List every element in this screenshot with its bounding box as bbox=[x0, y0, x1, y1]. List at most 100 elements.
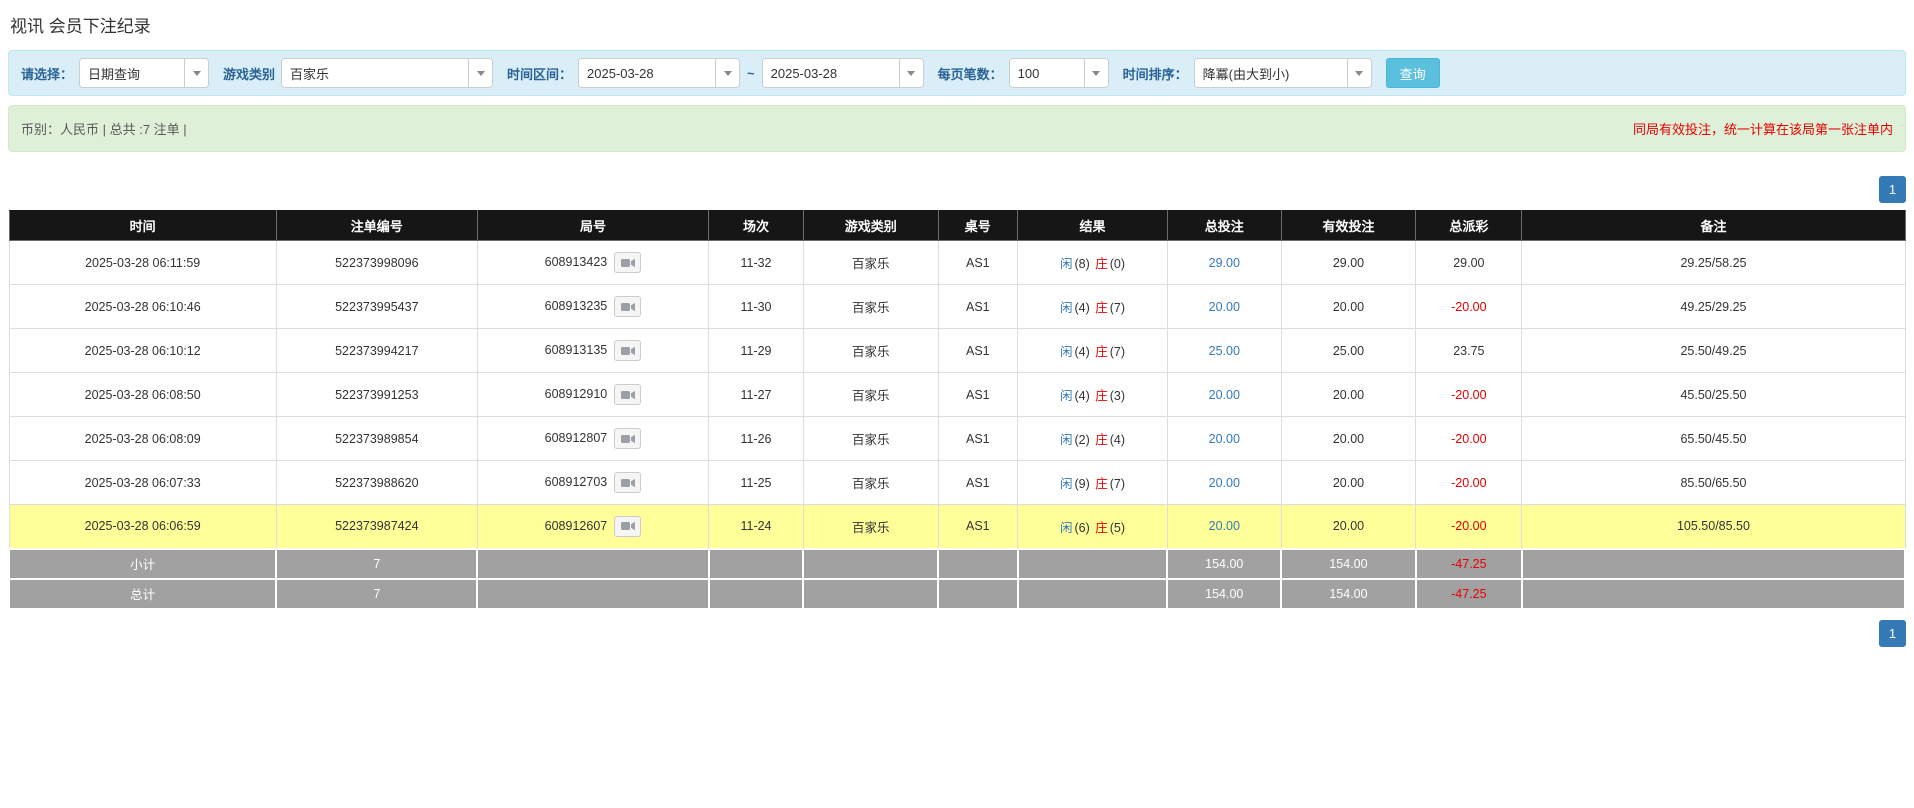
grand-total-valid-bet: 154.00 bbox=[1280, 577, 1417, 610]
filter-bar: 请选择： 游戏类别 时间区间： ~ 每页笔数： 时间排序： bbox=[8, 50, 1906, 96]
cell-session: 11-29 bbox=[708, 328, 804, 373]
video-replay-button[interactable] bbox=[614, 340, 642, 361]
table-row[interactable]: 2025-03-28 06:08:09 522373989854 6089128… bbox=[8, 416, 1906, 461]
per-page-input[interactable] bbox=[1009, 59, 1084, 87]
cell-payout: -20.00 bbox=[1415, 504, 1523, 549]
game-type-dropdown-button[interactable] bbox=[468, 59, 493, 87]
cell-bet-no: 522373991253 bbox=[275, 372, 478, 417]
table-row[interactable]: 2025-03-28 06:07:33 522373988620 6089127… bbox=[8, 460, 1906, 505]
summary-bar: 币别：人民币 | 总共 :7 注单 | 同局有效投注，统一计算在该局第一张注单内 bbox=[8, 105, 1906, 152]
result-player-score: (6) bbox=[1074, 520, 1090, 535]
result-banker-score: (5) bbox=[1109, 520, 1126, 535]
col-header-total-bet: 总投注 bbox=[1166, 210, 1282, 241]
col-header-round-no: 局号 bbox=[476, 210, 710, 241]
video-replay-button[interactable] bbox=[614, 428, 642, 449]
result-player-label: 闲 bbox=[1059, 345, 1073, 359]
grand-total-empty bbox=[802, 577, 939, 610]
cell-remark: 49.25/29.25 bbox=[1521, 284, 1906, 329]
col-header-game-type: 游戏类别 bbox=[802, 210, 939, 241]
date-from-dropdown-button[interactable] bbox=[715, 59, 740, 87]
col-header-time: 时间 bbox=[8, 210, 277, 241]
cell-remark: 45.50/25.50 bbox=[1521, 372, 1906, 417]
round-no-text: 608912703 bbox=[544, 474, 608, 489]
grand-total-empty bbox=[1520, 577, 1907, 610]
time-sort-dropdown-button[interactable] bbox=[1346, 59, 1371, 87]
table-header-row: 时间 注单编号 局号 场次 游戏类别 桌号 结果 总投注 有效投注 总派彩 备注 bbox=[8, 210, 1906, 241]
total-bet-link[interactable]: 20.00 bbox=[1209, 300, 1240, 314]
cell-result: 闲 (4) 庄 (3) bbox=[1017, 372, 1168, 417]
total-bet-link[interactable]: 29.00 bbox=[1209, 256, 1240, 270]
cell-valid-bet: 20.00 bbox=[1280, 504, 1417, 549]
cell-game-type: 百家乐 bbox=[802, 460, 939, 505]
total-bet-link[interactable]: 20.00 bbox=[1209, 476, 1240, 490]
result-player-score: (4) bbox=[1074, 301, 1090, 315]
cell-payout: -20.00 bbox=[1415, 284, 1523, 329]
query-type-dropdown-button[interactable] bbox=[184, 59, 209, 87]
cell-result: 闲 (4) 庄 (7) bbox=[1017, 328, 1168, 373]
cell-result: 闲 (4) 庄 (7) bbox=[1017, 284, 1168, 329]
video-replay-button[interactable] bbox=[614, 296, 642, 317]
table-row[interactable]: 2025-03-28 06:10:12 522373994217 6089131… bbox=[8, 328, 1906, 373]
result-banker-score: (7) bbox=[1109, 345, 1126, 359]
result-player-score: (4) bbox=[1074, 389, 1090, 403]
cell-session: 11-30 bbox=[708, 284, 804, 329]
grand-total-label: 总计 bbox=[7, 577, 278, 610]
per-page-dropdown-button[interactable] bbox=[1083, 59, 1108, 87]
chevron-down-icon bbox=[1092, 70, 1101, 76]
cell-session: 11-25 bbox=[708, 460, 804, 505]
result-player-score: (8) bbox=[1074, 257, 1090, 271]
cell-session: 11-26 bbox=[708, 416, 804, 461]
chevron-down-icon bbox=[1355, 70, 1364, 76]
cell-table-no: AS1 bbox=[937, 240, 1019, 285]
query-type-input[interactable] bbox=[80, 59, 185, 87]
col-header-session: 场次 bbox=[708, 210, 804, 241]
result-banker-label: 庄 bbox=[1095, 257, 1108, 271]
cell-payout: -20.00 bbox=[1415, 460, 1523, 505]
grand-total-total-bet: 154.00 bbox=[1166, 577, 1283, 610]
cell-game-type: 百家乐 bbox=[802, 240, 939, 285]
video-replay-button[interactable] bbox=[614, 472, 642, 493]
date-to-dropdown-button[interactable] bbox=[898, 59, 923, 87]
query-type-combobox bbox=[79, 58, 210, 88]
cell-total-bet: 20.00 bbox=[1166, 372, 1282, 417]
video-replay-button[interactable] bbox=[614, 515, 642, 537]
result-player-label: 闲 bbox=[1059, 520, 1073, 535]
total-bet-link[interactable]: 25.00 bbox=[1209, 344, 1240, 358]
subtotal-empty bbox=[1520, 547, 1907, 580]
video-camera-icon bbox=[620, 434, 635, 443]
game-type-input[interactable] bbox=[282, 59, 469, 87]
time-sort-combobox bbox=[1193, 58, 1372, 88]
result-player-score: (4) bbox=[1074, 345, 1090, 359]
result-banker-label: 庄 bbox=[1095, 389, 1108, 403]
cell-game-type: 百家乐 bbox=[802, 372, 939, 417]
page-1-button[interactable]: 1 bbox=[1879, 619, 1906, 647]
video-replay-button[interactable] bbox=[614, 384, 642, 405]
total-bet-link[interactable]: 20.00 bbox=[1209, 432, 1240, 446]
table-row[interactable]: 2025-03-28 06:08:50 522373991253 6089129… bbox=[8, 372, 1906, 417]
total-bet-link[interactable]: 20.00 bbox=[1209, 388, 1240, 402]
col-header-bet-no: 注单编号 bbox=[275, 210, 478, 241]
result-banker-score: (7) bbox=[1109, 301, 1126, 315]
query-button[interactable]: 查询 bbox=[1385, 58, 1440, 88]
cell-round-no: 608912703 bbox=[476, 460, 710, 505]
time-sort-input[interactable] bbox=[1194, 59, 1347, 87]
table-row-selected[interactable]: 2025-03-28 06:06:59 522373987424 6089126… bbox=[8, 504, 1906, 549]
total-bet-link[interactable]: 20.00 bbox=[1209, 519, 1240, 533]
table-row[interactable]: 2025-03-28 06:11:59 522373998096 6089134… bbox=[8, 240, 1906, 285]
cell-bet-no: 522373995437 bbox=[275, 284, 478, 329]
date-to-input[interactable] bbox=[762, 59, 899, 87]
result-banker-score: (3) bbox=[1109, 389, 1126, 403]
video-replay-button[interactable] bbox=[614, 252, 642, 273]
cell-remark: 25.50/49.25 bbox=[1521, 328, 1906, 373]
cell-session: 11-32 bbox=[708, 240, 804, 285]
grand-total-empty bbox=[476, 577, 710, 610]
cell-bet-no: 522373987424 bbox=[275, 504, 478, 549]
date-from-input[interactable] bbox=[579, 59, 716, 87]
cell-bet-no: 522373988620 bbox=[275, 460, 478, 505]
cell-time: 2025-03-28 06:06:59 bbox=[8, 504, 277, 549]
cell-session: 11-27 bbox=[708, 372, 804, 417]
page-1-button[interactable]: 1 bbox=[1879, 176, 1906, 203]
cell-remark: 29.25/58.25 bbox=[1521, 240, 1906, 285]
table-row[interactable]: 2025-03-28 06:10:46 522373995437 6089132… bbox=[8, 284, 1906, 329]
cell-table-no: AS1 bbox=[937, 460, 1019, 505]
